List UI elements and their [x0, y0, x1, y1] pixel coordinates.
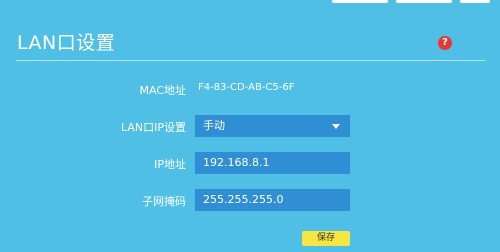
top-tab-1[interactable]: [332, 0, 388, 3]
top-tab-3[interactable]: [460, 0, 490, 3]
subnet-mask-input[interactable]: 255.255.255.0: [195, 189, 350, 211]
help-icon[interactable]: ?: [438, 36, 452, 50]
top-tab-2[interactable]: [396, 0, 452, 3]
title-divider: [16, 60, 486, 61]
lan-ip-setting-label: LAN口IP设置: [120, 121, 186, 134]
lan-ip-setting-select[interactable]: 手动: [195, 115, 350, 137]
save-button[interactable]: 保存: [302, 231, 350, 246]
top-tab-strip: [0, 0, 500, 8]
page-title: LAN口设置: [17, 32, 116, 54]
subnet-mask-label: 子网掩码: [142, 195, 186, 208]
mac-address-value: F4-83-CD-AB-C5-6F: [198, 82, 295, 93]
ip-address-input[interactable]: 192.168.8.1: [195, 152, 350, 174]
chevron-down-icon: [332, 124, 340, 129]
mac-address-label: MAC地址: [139, 84, 186, 97]
ip-address-label: IP地址: [154, 158, 186, 171]
lan-ip-setting-value: 手动: [203, 119, 225, 132]
